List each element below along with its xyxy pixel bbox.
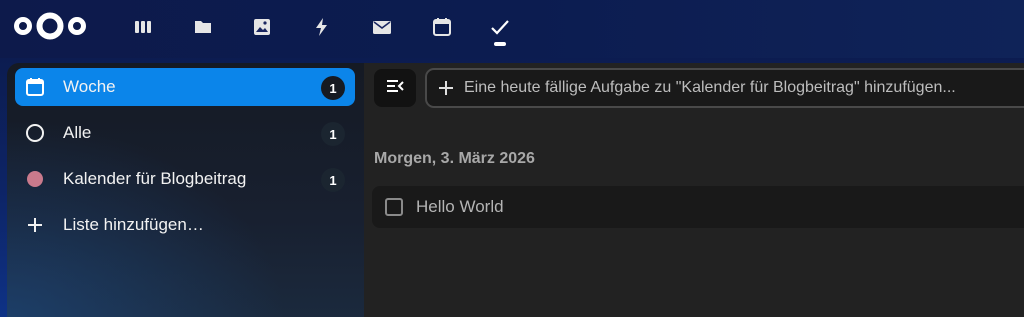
count-badge: 1 bbox=[321, 76, 345, 100]
sidebar-item-label: Woche bbox=[63, 77, 116, 96]
sidebar-item-label: Alle bbox=[63, 123, 92, 142]
plus-icon bbox=[436, 78, 456, 98]
sidebar-item-label: Kalender für Blogbeitrag bbox=[63, 169, 247, 188]
sidebar-item-alle[interactable]: Alle 1 bbox=[15, 114, 355, 152]
calendar-week-icon bbox=[24, 76, 46, 98]
sidebar-item-woche[interactable]: Woche 1 bbox=[15, 68, 355, 106]
add-list-label: Liste hinzufügen… bbox=[63, 215, 204, 234]
active-app-indicator bbox=[494, 42, 506, 46]
circle-outline-icon bbox=[24, 122, 46, 144]
activity-icon[interactable] bbox=[307, 12, 337, 42]
count-badge: 1 bbox=[321, 168, 345, 192]
add-task-field bbox=[425, 68, 1024, 108]
nextcloud-logo[interactable] bbox=[12, 9, 88, 43]
dashboard-icon[interactable] bbox=[128, 12, 158, 42]
add-task-input[interactable] bbox=[464, 71, 1024, 105]
plus-icon bbox=[24, 214, 46, 236]
toggle-sidebar-button[interactable] bbox=[374, 69, 416, 107]
count-badge: 1 bbox=[321, 122, 345, 146]
color-dot-icon bbox=[24, 168, 46, 190]
mail-icon[interactable] bbox=[367, 12, 397, 42]
main-content: Morgen, 3. März 2026 Hello World bbox=[364, 63, 1024, 317]
files-icon[interactable] bbox=[188, 12, 218, 42]
add-list-button[interactable]: Liste hinzufügen… bbox=[15, 206, 355, 244]
task-item[interactable]: Hello World bbox=[372, 186, 1024, 228]
sidebar-item-kalender[interactable]: Kalender für Blogbeitrag 1 bbox=[15, 160, 355, 198]
task-title[interactable]: Hello World bbox=[416, 197, 504, 217]
task-checkbox[interactable] bbox=[385, 198, 403, 216]
tasks-icon[interactable] bbox=[485, 12, 515, 42]
photos-icon[interactable] bbox=[247, 12, 277, 42]
section-heading: Morgen, 3. März 2026 bbox=[374, 150, 535, 167]
menu-collapse-icon bbox=[385, 76, 405, 101]
top-header bbox=[0, 0, 1024, 58]
calendar-icon[interactable] bbox=[427, 12, 457, 42]
sidebar: Woche 1 Alle 1 Kalender für Blogbeitrag … bbox=[7, 63, 364, 317]
